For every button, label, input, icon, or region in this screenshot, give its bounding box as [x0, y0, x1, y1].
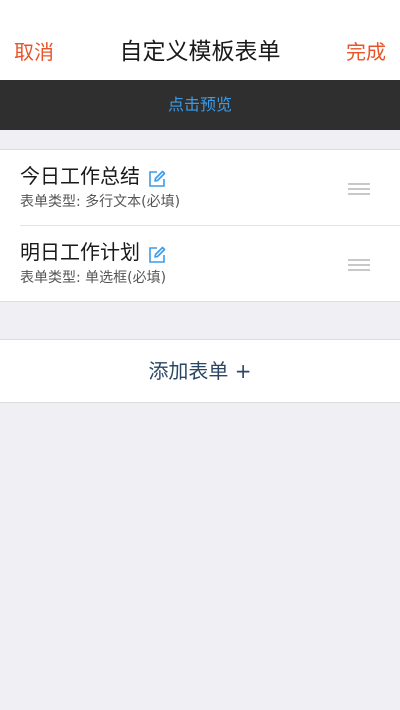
- add-form-button[interactable]: 添加表单 +: [0, 339, 400, 403]
- form-item-title-text: 明日工作计划: [20, 240, 140, 264]
- page-title: 自定义模板表单: [119, 39, 281, 65]
- list-item[interactable]: 明日工作计划 表单类型: 单选框(必填): [20, 225, 400, 301]
- preview-button[interactable]: 点击预览: [0, 80, 400, 130]
- drag-handle-icon[interactable]: [348, 257, 370, 271]
- form-list: 今日工作总结 表单类型: 多行文本(必填) 明日工作计划 表单类型: 单选框(必…: [0, 149, 400, 302]
- edit-icon[interactable]: [148, 167, 166, 187]
- form-item-title-text: 今日工作总结: [20, 164, 140, 188]
- edit-icon[interactable]: [148, 243, 166, 263]
- form-item-title: 今日工作总结: [20, 162, 166, 190]
- form-item-type: 表单类型: 多行文本(必填): [20, 194, 181, 210]
- drag-handle-icon[interactable]: [348, 181, 370, 195]
- form-item-title: 明日工作计划: [20, 238, 166, 266]
- form-item-type: 表单类型: 单选框(必填): [20, 270, 167, 286]
- nav-bar: 取消 自定义模板表单 完成: [0, 0, 400, 80]
- list-item[interactable]: 今日工作总结 表单类型: 多行文本(必填): [20, 150, 400, 225]
- done-button[interactable]: 完成: [346, 38, 386, 66]
